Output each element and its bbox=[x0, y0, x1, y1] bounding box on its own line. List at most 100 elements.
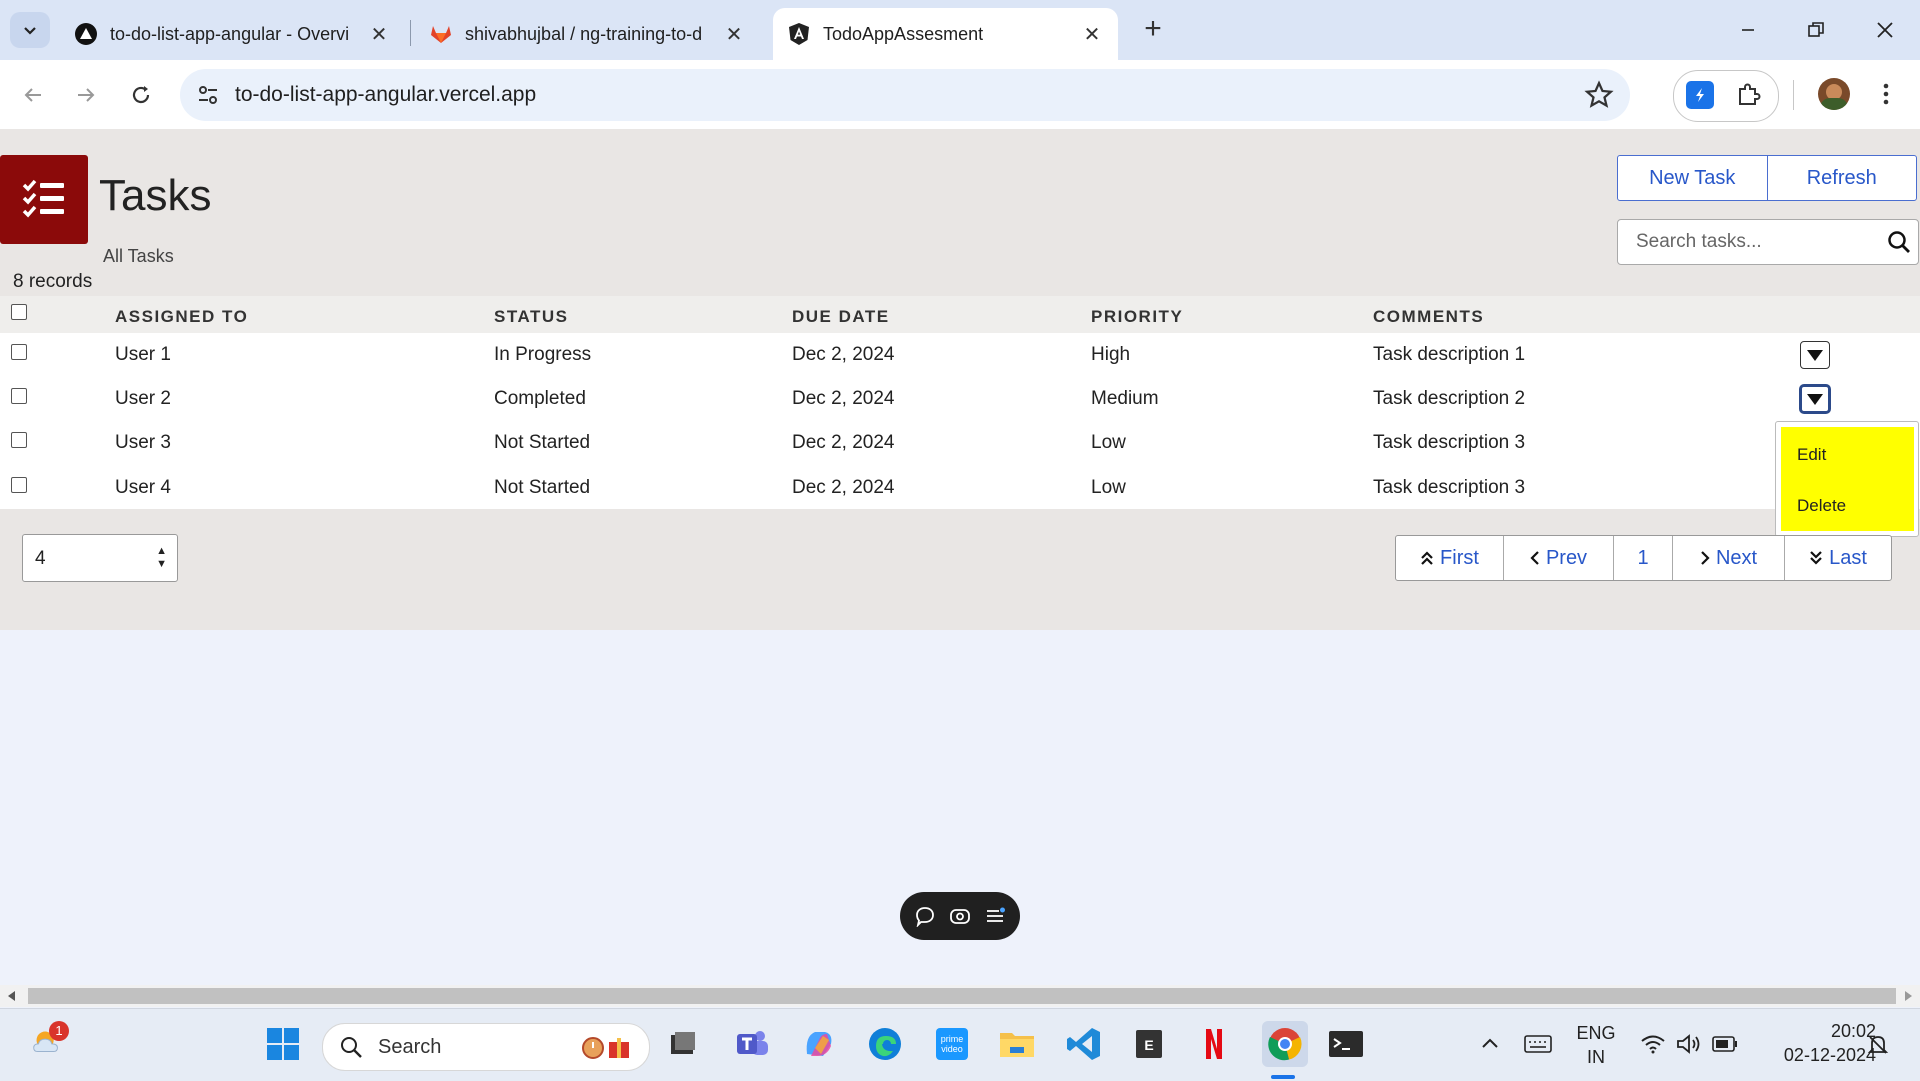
menu-highlight: Edit Delete bbox=[1781, 427, 1914, 531]
new-task-button[interactable]: New Task bbox=[1618, 156, 1767, 200]
tab-vercel[interactable]: to-do-list-app-angular - Overvi ✕ bbox=[60, 8, 405, 60]
refresh-button[interactable]: Refresh bbox=[1766, 156, 1917, 200]
puzzle-icon[interactable] bbox=[1734, 81, 1762, 109]
close-window-button[interactable] bbox=[1865, 10, 1905, 50]
active-app-indicator bbox=[1271, 1075, 1295, 1079]
profile-avatar[interactable] bbox=[1818, 78, 1850, 110]
input-language[interactable]: ENG bbox=[1576, 1023, 1616, 1044]
epic-games-icon[interactable]: E bbox=[1130, 1025, 1168, 1063]
notification-bell-icon[interactable] bbox=[1866, 1033, 1890, 1057]
spinner-arrows-icon[interactable]: ▲ ▼ bbox=[156, 545, 167, 571]
task-list-icon bbox=[22, 179, 64, 218]
delete-menu-item[interactable]: Delete bbox=[1797, 496, 1846, 516]
edge-icon[interactable] bbox=[866, 1025, 904, 1063]
column-header-comments[interactable]: COMMENTS bbox=[1373, 307, 1484, 327]
input-region[interactable]: IN bbox=[1576, 1047, 1616, 1068]
prime-video-icon[interactable]: prime video bbox=[933, 1025, 971, 1063]
copilot-icon[interactable] bbox=[800, 1025, 838, 1063]
svg-text:video: video bbox=[941, 1044, 963, 1054]
app-page: Tasks All Tasks 8 records New Task Refre… bbox=[0, 129, 1920, 630]
camera-icon[interactable] bbox=[949, 905, 971, 927]
menu-dots-icon[interactable] bbox=[1876, 78, 1896, 110]
edit-menu-item[interactable]: Edit bbox=[1797, 445, 1826, 465]
svg-text:prime: prime bbox=[941, 1034, 964, 1044]
row-checkbox[interactable] bbox=[11, 432, 27, 448]
floating-toolbar bbox=[900, 892, 1020, 940]
extension-icon[interactable] bbox=[1686, 81, 1714, 109]
task-view-icon[interactable] bbox=[664, 1025, 702, 1063]
cell-assigned-to: User 4 bbox=[115, 477, 171, 498]
row-checkbox[interactable] bbox=[11, 388, 27, 404]
battery-icon[interactable] bbox=[1712, 1035, 1738, 1053]
url-text[interactable]: to-do-list-app-angular.vercel.app bbox=[235, 83, 536, 107]
page-number-button[interactable]: 1 bbox=[1613, 536, 1672, 580]
prev-label: Prev bbox=[1545, 546, 1588, 569]
minimize-button[interactable] bbox=[1728, 10, 1768, 50]
prev-page-button[interactable]: Prev bbox=[1503, 536, 1613, 580]
scroll-left-icon[interactable] bbox=[8, 991, 16, 1001]
page-title: Tasks bbox=[99, 171, 212, 220]
netflix-icon[interactable] bbox=[1195, 1025, 1233, 1063]
forward-button[interactable] bbox=[68, 77, 104, 113]
close-icon[interactable]: ✕ bbox=[1078, 20, 1106, 48]
page-size-stepper[interactable]: 4 ▲ ▼ bbox=[22, 534, 178, 582]
last-page-button[interactable]: Last bbox=[1784, 536, 1891, 580]
horizontal-scrollbar[interactable] bbox=[0, 985, 1920, 1007]
cell-priority: Low bbox=[1091, 477, 1126, 498]
site-settings-icon[interactable] bbox=[196, 83, 220, 107]
close-icon[interactable]: ✕ bbox=[365, 20, 393, 48]
reload-button[interactable] bbox=[123, 77, 159, 113]
new-tab-button[interactable]: + bbox=[1138, 14, 1168, 44]
chat-bubble-icon[interactable] bbox=[914, 905, 936, 927]
wifi-icon[interactable] bbox=[1640, 1033, 1666, 1055]
table-row: User 1 In Progress Dec 2, 2024 High Task… bbox=[0, 333, 1920, 377]
column-header-status[interactable]: STATUS bbox=[494, 307, 568, 327]
search-input[interactable]: Search tasks... bbox=[1617, 219, 1919, 265]
address-bar[interactable]: to-do-list-app-angular.vercel.app bbox=[180, 69, 1630, 121]
scrollbar-thumb[interactable] bbox=[28, 988, 1896, 1004]
list-notes-icon[interactable] bbox=[984, 905, 1006, 927]
teams-icon[interactable] bbox=[733, 1025, 771, 1063]
reload-icon bbox=[132, 86, 150, 104]
table-row: User 3 Not Started Dec 2, 2024 Low Task … bbox=[0, 421, 1920, 465]
select-all-checkbox[interactable] bbox=[11, 304, 27, 320]
vercel-icon bbox=[74, 22, 98, 46]
row-actions-button[interactable] bbox=[1800, 385, 1830, 413]
file-explorer-icon[interactable] bbox=[998, 1025, 1036, 1063]
row-checkbox[interactable] bbox=[11, 477, 27, 493]
volume-icon[interactable] bbox=[1676, 1033, 1702, 1055]
column-header-assigned-to[interactable]: ASSIGNED TO bbox=[115, 307, 248, 327]
cell-comments: Task description 1 bbox=[1373, 344, 1526, 365]
restore-button[interactable] bbox=[1796, 10, 1836, 50]
taskbar-search-input[interactable]: Search bbox=[322, 1023, 650, 1071]
clock-time[interactable]: 20:02 bbox=[1756, 1021, 1876, 1042]
first-label: First bbox=[1440, 546, 1479, 569]
scroll-right-icon[interactable] bbox=[1904, 991, 1912, 1001]
bookmark-star-icon[interactable] bbox=[1584, 80, 1614, 110]
clock-date[interactable]: 02-12-2024 bbox=[1756, 1045, 1876, 1066]
terminal-icon[interactable] bbox=[1327, 1025, 1365, 1063]
search-icon[interactable] bbox=[1886, 229, 1912, 255]
last-label: Last bbox=[1829, 546, 1867, 569]
tab-todoapp[interactable]: TodoAppAssesment ✕ bbox=[773, 8, 1118, 60]
first-page-button[interactable]: First bbox=[1396, 536, 1503, 580]
restore-icon bbox=[1808, 22, 1824, 37]
tab-search-button[interactable] bbox=[10, 12, 50, 48]
row-actions-button[interactable] bbox=[1800, 341, 1830, 369]
action-button-group: New Task Refresh bbox=[1617, 155, 1917, 201]
close-icon[interactable]: ✕ bbox=[720, 20, 748, 48]
chrome-icon[interactable] bbox=[1262, 1021, 1308, 1067]
cell-comments: Task description 2 bbox=[1373, 388, 1526, 409]
vscode-icon[interactable] bbox=[1065, 1025, 1103, 1063]
column-header-due-date[interactable]: DUE DATE bbox=[792, 307, 890, 327]
back-button[interactable] bbox=[15, 77, 51, 113]
keyboard-icon[interactable] bbox=[1524, 1033, 1552, 1055]
row-checkbox[interactable] bbox=[11, 344, 27, 360]
chevron-up-icon[interactable] bbox=[1480, 1035, 1500, 1051]
column-header-priority[interactable]: PRIORITY bbox=[1091, 307, 1183, 327]
next-page-button[interactable]: Next bbox=[1672, 536, 1784, 580]
cell-priority: High bbox=[1091, 344, 1131, 365]
windows-start-icon[interactable] bbox=[264, 1025, 302, 1063]
search-icon bbox=[341, 1037, 362, 1058]
tab-gitlab[interactable]: shivabhujbal / ng-training-to-d ✕ bbox=[415, 8, 760, 60]
